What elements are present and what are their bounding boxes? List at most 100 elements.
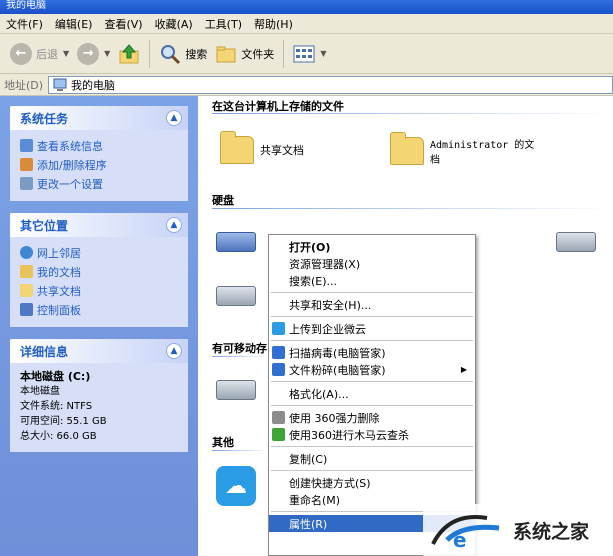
back-label: 后退 (36, 47, 58, 61)
watermark: e 系统之家 (423, 504, 613, 556)
shared-documents-item[interactable]: 共享文档 (220, 131, 304, 164)
details-header[interactable]: 详细信息 ▲ (10, 339, 188, 363)
folder-icon (220, 131, 254, 164)
search-icon (161, 44, 181, 64)
context-menu-item[interactable]: 打开(O) (269, 238, 475, 255)
menu-item-label: 重命名(M) (289, 493, 341, 507)
menu-item-label: 格式化(A)... (289, 387, 349, 401)
drive-c[interactable] (216, 232, 256, 252)
context-menu-item[interactable]: 创建快捷方式(S) (269, 474, 475, 491)
hard-drive-icon (216, 286, 256, 306)
drive-right[interactable] (556, 232, 596, 252)
network-icon (20, 246, 33, 259)
menu-item-label: 文件粉碎(电脑管家) (289, 363, 386, 377)
task-change-setting[interactable]: 更改一个设置 (20, 174, 178, 193)
menu-separator (271, 405, 473, 406)
forward-button[interactable]: → ▼ (73, 39, 114, 69)
group-divider (212, 450, 268, 451)
programs-icon (20, 158, 33, 171)
menu-separator (271, 470, 473, 471)
place-control-panel[interactable]: 控制面板 (20, 300, 178, 319)
admin-documents-item[interactable]: Administrator 的文档 (390, 132, 540, 166)
menu-item-label: 共享和安全(H)... (289, 298, 372, 312)
folders-button[interactable]: 文件夹 (211, 39, 278, 69)
task-add-remove-programs[interactable]: 添加/删除程序 (20, 155, 178, 174)
submenu-arrow-icon: ▶ (460, 365, 467, 374)
info-icon (20, 139, 33, 152)
details-body: 本地磁盘 (C:) 本地磁盘 文件系统: NTFS 可用空间: 55.1 GB … (10, 363, 188, 452)
folders-label: 文件夹 (241, 47, 275, 61)
folder-up-icon (119, 43, 139, 63)
place-shared-documents[interactable]: 共享文档 (20, 281, 178, 300)
views-button[interactable]: ▼ (289, 39, 330, 69)
search-label: 搜索 (185, 47, 208, 61)
context-menu-item[interactable]: 使用 360强力删除 (269, 409, 475, 426)
other-places-header[interactable]: 其它位置 ▲ (10, 213, 188, 237)
context-menu-item[interactable]: 共享和安全(H)... (269, 296, 475, 313)
folder-icon (390, 132, 424, 165)
menu-item-label: 扫描病毒(电脑管家) (289, 346, 386, 360)
menu-tools[interactable]: 工具(T) (205, 16, 242, 32)
stored-files-header: 在这台计算机上存储的文件 (212, 100, 344, 113)
context-menu-item[interactable]: 扫描病毒(电脑管家) (269, 344, 475, 361)
context-menu-item[interactable]: 搜索(E)... (269, 272, 475, 289)
address-input[interactable]: 我的电脑 (48, 75, 613, 94)
control-panel-icon (20, 303, 33, 316)
search-button[interactable]: 搜索 (155, 39, 211, 69)
context-menu-item[interactable]: 格式化(A)... (269, 385, 475, 402)
system-tasks-panel: 系统任务 ▲ 查看系统信息 添加/删除程序 更改一个设置 (10, 106, 188, 201)
menu-file[interactable]: 文件(F) (6, 16, 43, 32)
context-menu-item[interactable]: 资源管理器(X) (269, 255, 475, 272)
menu-separator (271, 340, 473, 341)
menu-separator (271, 381, 473, 382)
chevron-down-icon: ▼ (104, 49, 111, 58)
computer-icon (53, 78, 67, 91)
menu-separator (271, 292, 473, 293)
menu-favorites[interactable]: 收藏(A) (155, 16, 193, 32)
place-my-documents[interactable]: 我的文档 (20, 262, 178, 281)
menu-item-label: 创建快捷方式(S) (289, 476, 371, 490)
collapse-icon[interactable]: ▲ (166, 343, 182, 359)
menu-view[interactable]: 查看(V) (104, 16, 142, 32)
weiyun-item[interactable]: ☁ (216, 466, 256, 506)
shield-icon (272, 346, 285, 359)
address-bar: 地址(D) 我的电脑 (0, 74, 613, 96)
detail-total-size: 总大小: 66.0 GB (20, 431, 97, 442)
task-label: 更改一个设置 (37, 177, 103, 191)
chevron-down-icon: ▼ (320, 49, 327, 58)
context-menu-item[interactable]: 上传到企业微云 (269, 320, 475, 337)
folder-icon (20, 284, 33, 297)
window-title: 我的电脑 (6, 0, 46, 11)
panel-title: 其它位置 (20, 218, 69, 233)
documents-icon (20, 265, 33, 278)
task-label: 网上邻居 (37, 246, 81, 260)
back-button[interactable]: ← 后退 ▼ (6, 39, 73, 69)
address-value: 我的电脑 (71, 78, 115, 92)
toolbar: ← 后退 ▼ → ▼ 搜索 文件夹 ▼ (0, 34, 613, 74)
hard-drive-icon (556, 232, 596, 252)
menu-edit[interactable]: 编辑(E) (55, 16, 93, 32)
collapse-icon[interactable]: ▲ (166, 217, 182, 233)
item-label: Administrator 的文档 (430, 140, 535, 166)
removable-drive[interactable] (216, 380, 256, 400)
menu-item-label: 使用360进行木马云查杀 (289, 428, 409, 442)
drive-second[interactable] (216, 286, 256, 306)
panel-body: 网上邻居 我的文档 共享文档 控制面板 (10, 237, 188, 327)
watermark-logo-icon: e (431, 515, 500, 550)
views-icon (293, 45, 315, 62)
other-header: 其他 (212, 436, 234, 449)
context-menu-item[interactable]: 复制(C) (269, 450, 475, 467)
up-button[interactable] (114, 39, 144, 69)
cloud-icon (272, 322, 285, 335)
menu-item-label: 属性(R) (289, 517, 328, 531)
task-label: 添加/删除程序 (37, 158, 107, 172)
context-menu-item[interactable]: 文件粉碎(电脑管家) ▶ (269, 361, 475, 378)
group-divider (212, 113, 612, 114)
menu-help[interactable]: 帮助(H) (254, 16, 293, 32)
place-network[interactable]: 网上邻居 (20, 243, 178, 262)
collapse-icon[interactable]: ▲ (166, 110, 182, 126)
context-menu-item[interactable]: 使用360进行木马云查杀 (269, 426, 475, 443)
task-view-system-info[interactable]: 查看系统信息 (20, 136, 178, 155)
menu-item-label: 搜索(E)... (289, 274, 338, 288)
system-tasks-header[interactable]: 系统任务 ▲ (10, 106, 188, 130)
